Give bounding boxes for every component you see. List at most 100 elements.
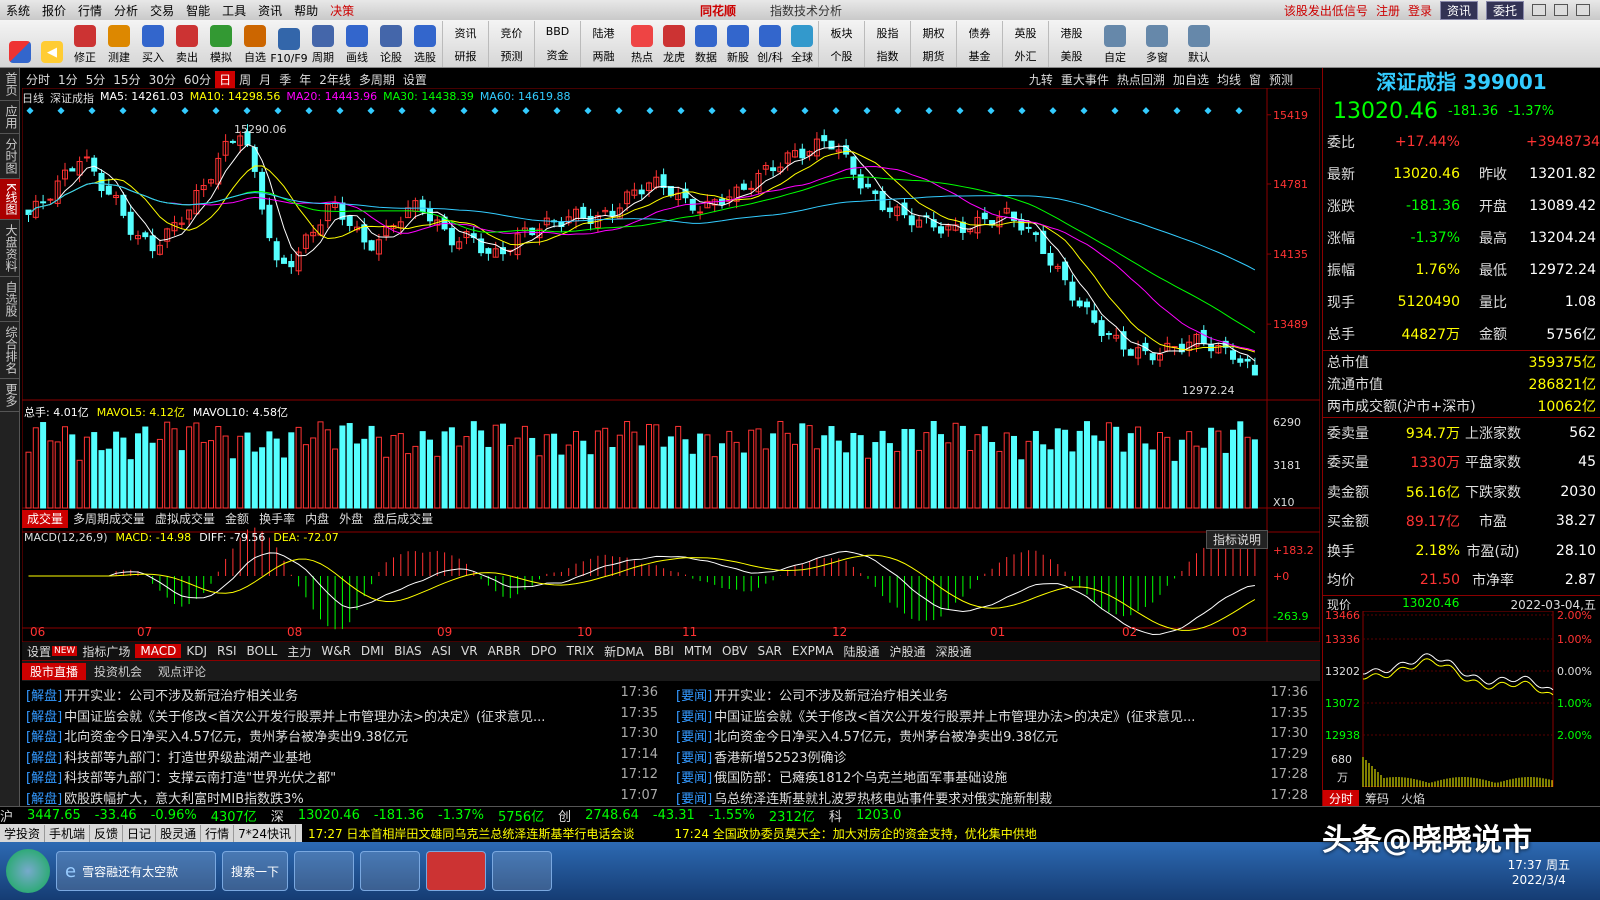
ths-app-icon[interactable] [426,851,487,891]
period-tab-4[interactable]: 30分 [145,71,180,88]
toolbar2-btn-2[interactable]: 数据 [690,21,722,67]
indicator-tab-18[interactable]: OBV [717,644,753,658]
toolbar-btn-2[interactable]: 买入 [136,21,170,67]
indicator-tab-1[interactable]: 指标广场 [77,643,135,660]
logo-icon[interactable] [4,21,36,67]
app-icon-1[interactable] [294,851,355,891]
app-icon-2[interactable] [360,851,421,891]
period-tab-13[interactable]: 设置 [399,71,431,88]
menu-item-5[interactable]: 智能 [180,2,216,19]
indicator-tab-21[interactable]: 陆股通 [838,643,884,660]
indicator-tab-15[interactable]: 新DMA [599,643,649,660]
start-button[interactable] [6,849,50,893]
toolbar-grid2-item-5-1[interactable]: 美股 [1061,48,1083,64]
period-tab-12[interactable]: 多周期 [355,71,399,88]
toolbar2-btn-4[interactable]: 创/科 [754,21,786,67]
news-item[interactable]: [解盘] 中国证监会就《关于修改<首次公开发行股票并上市管理办法>的决定》(征求意… [22,706,662,727]
indicator-tab-10[interactable]: ASI [427,644,456,658]
indicator-tab-2[interactable]: MACD [135,644,182,658]
toolbar-btn-8[interactable]: 画线 [340,21,374,67]
menu-item-1[interactable]: 报价 [36,2,72,19]
wechat-icon[interactable] [492,851,553,891]
toolbar-grid-item-0-1[interactable]: 研报 [455,48,477,64]
mini-tab-2[interactable]: 火焰 [1395,790,1431,806]
period-tab-9[interactable]: 季 [275,71,295,88]
news-item[interactable]: [解盘] 科技部等九部门：支撑云南打造"世界光伏之都" 17:12 [22,767,662,788]
news-item[interactable]: [要闻] 俄国防部：已瘫痪1812个乌克兰地面军事基础设施 17:28 [672,767,1312,788]
vol-tab-3[interactable]: 金额 [220,510,254,528]
toolbar-btn-0[interactable]: 修正 [68,21,102,67]
indicator-tab-5[interactable]: BOLL [242,644,283,658]
search-button[interactable]: 搜索一下 [222,851,289,891]
top-link-1[interactable]: 注册 [1376,2,1400,19]
indicator-tab-14[interactable]: TRIX [562,644,599,658]
news-item[interactable]: [解盘] 科技部等九部门：打造世界级盐湖产业基地 17:14 [22,747,662,768]
indicator-tab-13[interactable]: DPO [526,644,562,658]
toolbar2-btn-5[interactable]: 全球 [786,21,818,67]
toolbar-grid2-item-0-0[interactable]: 板块 [831,25,853,41]
period-tab-6[interactable]: 日 [215,70,236,88]
toolbar-btn-1[interactable]: 测建 [102,21,136,67]
indicator-tab-11[interactable]: VR [456,644,483,658]
left-tab-4[interactable]: 大盘资料 [0,220,20,277]
toolbar-grid-item-3-0[interactable]: 陆港 [593,25,615,41]
status-item-0[interactable]: 学投资 [0,824,46,842]
status-item-2[interactable]: 反馈 [90,824,124,842]
news-item[interactable]: [解盘] 北向资金今日净买入4.57亿元，贵州茅台被净卖出9.38亿元 17:30 [22,726,662,747]
indicator-help-button[interactable]: 指标说明 [1206,530,1269,549]
indicator-tab-23[interactable]: 深股通 [931,643,977,660]
status-item-1[interactable]: 手机端 [45,824,91,842]
menu-item-3[interactable]: 分析 [108,2,144,19]
period-tab-2[interactable]: 5分 [82,71,110,88]
toolbar3-btn-0[interactable]: 自定 [1094,21,1136,67]
indicator-tab-9[interactable]: BIAS [389,644,427,658]
period-tab-11[interactable]: 2年线 [315,71,355,88]
period-right-0[interactable]: 九转 [1025,71,1057,88]
top-button-0[interactable]: 资讯 [1439,0,1478,20]
toolbar-grid-item-3-1[interactable]: 两融 [593,48,615,64]
period-right-3[interactable]: 加自选 [1169,71,1213,88]
vol-tab-7[interactable]: 盘后成交量 [368,510,438,528]
toolbar-grid2-item-3-1[interactable]: 基金 [969,48,991,64]
news-item[interactable]: [要闻] 中国证监会就《关于修改<首次公开发行股票并上市管理办法>的决定》(征求意… [672,706,1312,727]
ie-tab[interactable]: e 雪容融还有太空款 [56,851,216,891]
toolbar3-btn-1[interactable]: 多窗 [1136,21,1178,67]
toolbar-btn-3[interactable]: 卖出 [170,21,204,67]
toolbar3-btn-2[interactable]: 默认 [1178,21,1220,67]
toolbar-btn-10[interactable]: 选股 [408,21,442,67]
toolbar2-btn-1[interactable]: 龙虎 [658,21,690,67]
left-tab-5[interactable]: 自选股 [0,277,20,322]
toolbar-grid2-item-0-1[interactable]: 个股 [831,48,853,64]
toolbar-grid2-item-4-1[interactable]: 外汇 [1015,48,1037,64]
toolbar-btn-7[interactable]: 周期 [306,21,340,67]
toolbar-grid-item-1-0[interactable]: 竞价 [501,25,523,41]
period-right-6[interactable]: 预测 [1265,71,1297,88]
menu-item-0[interactable]: 系统 [0,2,36,19]
status-item-4[interactable]: 股灵通 [156,824,202,842]
mini-tab-1[interactable]: 筹码 [1359,790,1395,806]
indicator-tab-12[interactable]: ARBR [483,644,526,658]
toolbar-grid2-item-2-0[interactable]: 期权 [923,25,945,41]
period-tab-8[interactable]: 月 [255,71,275,88]
maximize-icon[interactable] [1554,4,1568,16]
menu-item-4[interactable]: 交易 [144,2,180,19]
top-button-1[interactable]: 委托 [1485,0,1524,20]
toolbar-grid2-item-1-1[interactable]: 指数 [877,48,899,64]
period-tab-1[interactable]: 1分 [54,71,82,88]
toolbar-btn-5[interactable]: 自选 [238,21,272,67]
toolbar-grid2-item-5-0[interactable]: 港股 [1061,25,1083,41]
menu-item-6[interactable]: 工具 [216,2,252,19]
indicator-tab-3[interactable]: KDJ [181,644,212,658]
ticker-item-0[interactable]: 17:27 日本首相岸田文雄同乌克兰总统泽连斯基举行电话会谈 [308,825,634,842]
indicator-tab-22[interactable]: 沪股通 [885,643,931,660]
vol-tab-4[interactable]: 换手率 [254,510,300,528]
clock[interactable]: 17:37 周五 2022/3/4 [1508,856,1570,887]
news-item[interactable]: [要闻] 北向资金今日净买入4.57亿元，贵州茅台被净卖出9.38亿元 17:30 [672,726,1312,747]
indicator-tab-4[interactable]: RSI [212,644,242,658]
indicator-tab-19[interactable]: SAR [752,644,786,658]
ticker-item-1[interactable]: 17:24 全国政协委员莫天全：加大对房企的资金支持，优化集中供地 [674,825,1036,842]
vol-tab-0[interactable]: 成交量 [22,510,69,528]
news-tab-1[interactable]: 投资机会 [86,663,150,680]
top-link-2[interactable]: 登录 [1408,2,1432,19]
news-item[interactable]: [解盘] 开开实业：公司不涉及新冠治疗相关业务 17:36 [22,685,662,706]
